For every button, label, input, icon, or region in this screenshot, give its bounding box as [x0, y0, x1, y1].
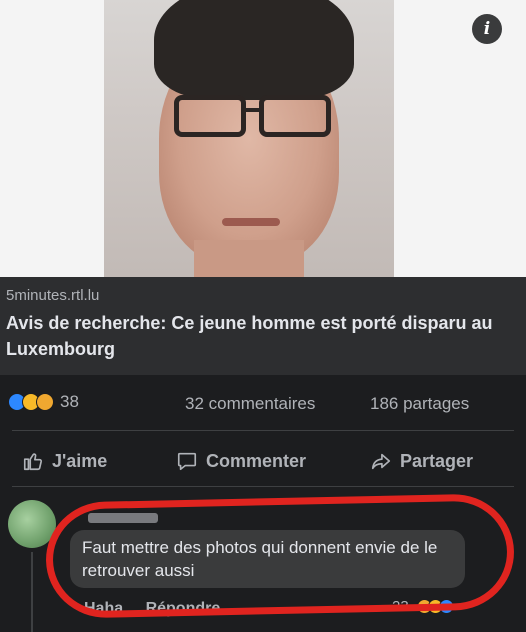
- reaction-count: 38: [60, 392, 79, 411]
- share-button[interactable]: Partager: [370, 450, 473, 472]
- thread-line: [31, 552, 33, 632]
- glasses-right-lens: [259, 95, 331, 137]
- divider: [12, 430, 514, 431]
- glasses-left-lens: [174, 95, 246, 137]
- shares-count-link[interactable]: 186 partages: [370, 394, 469, 414]
- red-highlight-circle: [44, 493, 516, 619]
- missing-person-photo: [104, 0, 394, 277]
- comments-count-link[interactable]: 32 commentaires: [185, 394, 315, 414]
- share-arrow-icon: [371, 453, 391, 470]
- info-icon[interactable]: i: [472, 14, 502, 44]
- comment-button-label: Commenter: [206, 450, 307, 471]
- post-stats: 38 32 commentaires 186 partages: [0, 392, 526, 418]
- link-preview[interactable]: 5minutes.rtl.lu Avis de recherche: Ce je…: [0, 277, 526, 375]
- link-headline[interactable]: Avis de recherche: Ce jeune homme est po…: [6, 310, 520, 362]
- photo-mouth: [222, 218, 280, 226]
- care-icon: [36, 393, 54, 411]
- like-button-label: J'aime: [52, 450, 108, 471]
- photo-neck: [194, 240, 304, 277]
- post-actions-bar: J'aime Commenter Partager: [0, 440, 526, 482]
- like-button[interactable]: J'aime: [22, 450, 107, 472]
- thumbs-up-icon: [23, 453, 43, 471]
- divider: [12, 486, 514, 487]
- link-domain: 5minutes.rtl.lu: [6, 287, 100, 304]
- comment-bubble-icon: [177, 452, 197, 471]
- reaction-summary[interactable]: 38: [8, 392, 79, 412]
- post-image-area[interactable]: i: [0, 0, 526, 277]
- share-button-label: Partager: [400, 450, 474, 471]
- photo-hair: [154, 0, 354, 100]
- glasses-bridge: [244, 108, 262, 112]
- comment-button[interactable]: Commenter: [176, 450, 306, 472]
